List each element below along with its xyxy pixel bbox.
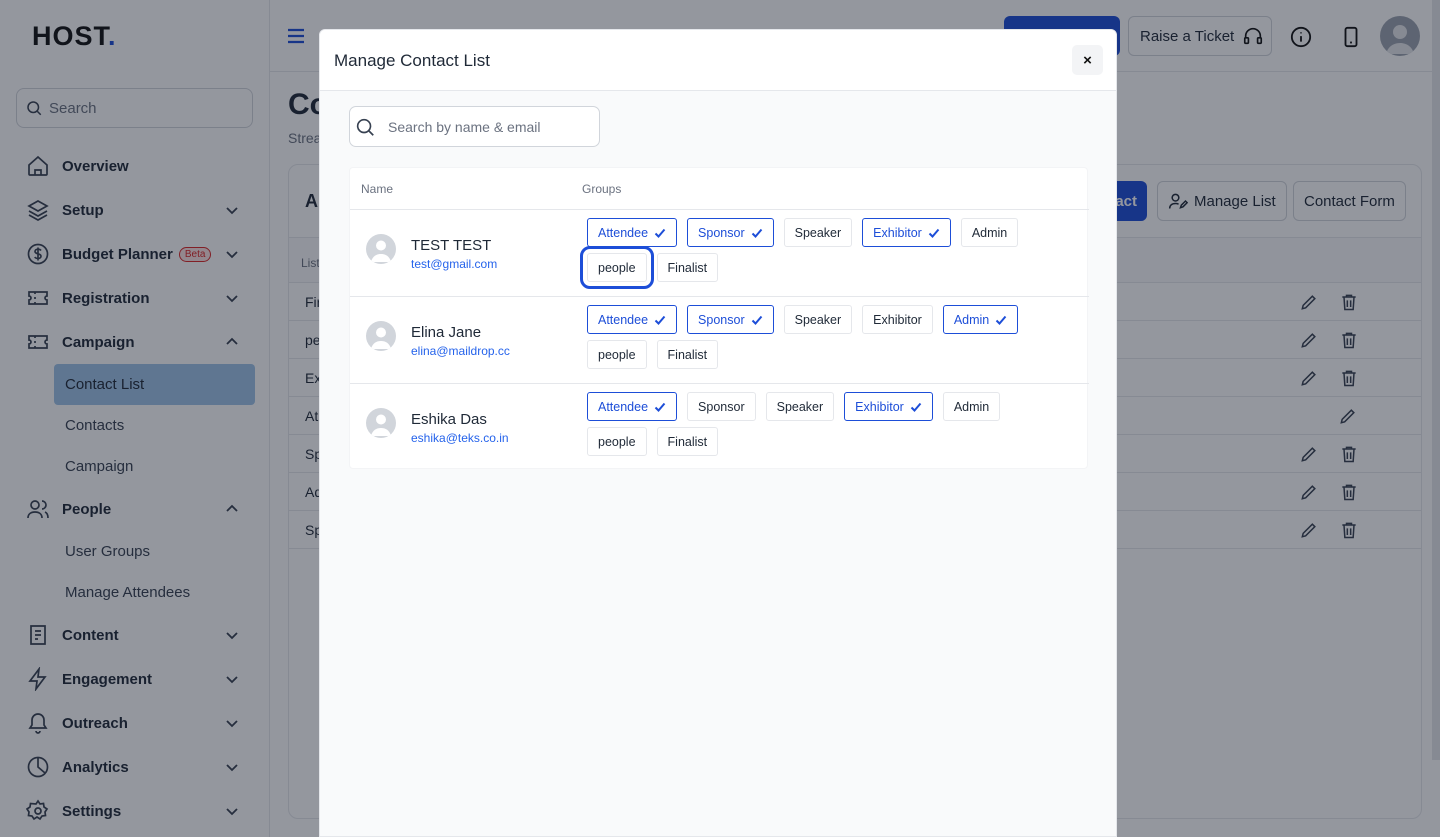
contact-name: Eshika Das <box>411 411 487 428</box>
user-icon <box>371 240 391 262</box>
group-chip-speaker[interactable]: Speaker <box>765 392 835 421</box>
group-chip-label: Finalist <box>667 260 708 275</box>
close-icon: × <box>1083 51 1092 69</box>
search-icon <box>356 118 374 136</box>
group-chip-admin[interactable]: Admin <box>942 392 1001 421</box>
group-chip-label: people <box>598 347 636 362</box>
group-chip-people[interactable]: people <box>587 340 647 369</box>
group-chip-people[interactable]: people <box>580 246 654 289</box>
avatar <box>366 321 396 351</box>
group-chip-label: Attendee <box>598 399 649 414</box>
group-chip-admin[interactable]: Admin <box>960 218 1019 247</box>
column-header-name: Name <box>361 182 394 196</box>
check-icon <box>751 228 762 238</box>
contact-name: Elina Jane <box>411 324 482 341</box>
group-chip-label: Exhibitor <box>873 312 922 327</box>
group-chip-label: Sponsor <box>698 225 745 240</box>
group-chip-label: Speaker <box>794 312 842 327</box>
group-chip-attendee[interactable]: Attendee <box>587 218 678 247</box>
group-chip-attendee[interactable]: Attendee <box>587 392 678 421</box>
group-chip-label: Speaker <box>794 225 842 240</box>
group-chip-people[interactable]: people <box>587 427 647 456</box>
group-chip-label: Speaker <box>776 399 824 414</box>
manage-contact-list-modal: Manage Contact List × Name Groups TEST T… <box>319 29 1117 837</box>
check-icon <box>751 315 762 325</box>
group-chip-label: people <box>598 434 636 449</box>
group-chip-sponsor[interactable]: Sponsor <box>687 218 774 247</box>
column-header-groups: Groups <box>582 182 622 196</box>
contact-search[interactable] <box>349 106 600 147</box>
check-icon <box>910 402 922 412</box>
group-chip-speaker[interactable]: Speaker <box>783 218 853 247</box>
group-chip-label: Finalist <box>667 434 708 449</box>
group-chips: Attendee Sponsor Speaker Exhibitor Admin peop… <box>587 392 1057 456</box>
group-chip-exhibitor[interactable]: Exhibitor <box>844 392 933 421</box>
group-chip-sponsor[interactable]: Sponsor <box>687 392 756 421</box>
table-row: Elina Jane elina@maildrop.cc Attendee Spo… <box>350 296 1089 383</box>
group-chip-label: Attendee <box>598 312 649 327</box>
group-chip-label: Exhibitor <box>873 225 922 240</box>
group-chip-exhibitor[interactable]: Exhibitor <box>862 218 951 247</box>
contact-name: TEST TEST <box>411 237 492 254</box>
group-chip-label: Finalist <box>667 347 708 362</box>
group-chip-sponsor[interactable]: Sponsor <box>687 305 774 334</box>
group-chip-label: Admin <box>953 312 990 327</box>
avatar <box>366 408 396 438</box>
group-chip-speaker[interactable]: Speaker <box>783 305 853 334</box>
group-chips: Attendee Sponsor Speaker Exhibitor Admin peop… <box>587 305 1057 369</box>
avatar <box>366 234 396 264</box>
table-row: Eshika Das eshika@teks.co.in Attendee Spo… <box>350 383 1089 470</box>
group-chip-exhibitor[interactable]: Exhibitor <box>862 305 933 334</box>
contact-search-input[interactable] <box>388 118 588 135</box>
contact-email: elina@maildrop.cc <box>411 344 510 358</box>
check-icon <box>996 315 1007 325</box>
group-chip-attendee[interactable]: Attendee <box>587 305 678 334</box>
contact-email: eshika@teks.co.in <box>411 431 509 445</box>
check-icon <box>654 315 666 325</box>
check-icon <box>654 402 666 412</box>
user-icon <box>371 414 391 436</box>
group-chip-finalist[interactable]: Finalist <box>656 253 719 282</box>
close-button[interactable]: × <box>1072 45 1103 75</box>
group-chip-finalist[interactable]: Finalist <box>656 340 719 369</box>
group-chip-finalist[interactable]: Finalist <box>656 427 719 456</box>
group-chips: Attendee Sponsor Speaker Exhibitor Admin peop… <box>580 218 1057 289</box>
check-icon <box>928 228 940 238</box>
user-icon <box>371 327 391 349</box>
group-chip-label: Attendee <box>598 225 649 240</box>
table-row: TEST TEST test@gmail.com Attendee Sponsor… <box>350 209 1089 296</box>
contacts-table: Name Groups TEST TEST test@gmail.com Att… <box>349 167 1089 470</box>
modal-title: Manage Contact List <box>334 51 490 70</box>
group-chip-label: Sponsor <box>698 399 745 414</box>
group-chip-admin[interactable]: Admin <box>942 305 1019 334</box>
modal-header: Manage Contact List × <box>320 30 1116 91</box>
check-icon <box>654 228 666 238</box>
group-chip-label: Exhibitor <box>855 399 904 414</box>
group-chip-label: people <box>598 260 636 275</box>
group-chip-label: Admin <box>953 399 990 414</box>
group-chip-label: Admin <box>971 225 1008 240</box>
contact-email: test@gmail.com <box>411 257 498 271</box>
group-chip-label: Sponsor <box>698 312 745 327</box>
